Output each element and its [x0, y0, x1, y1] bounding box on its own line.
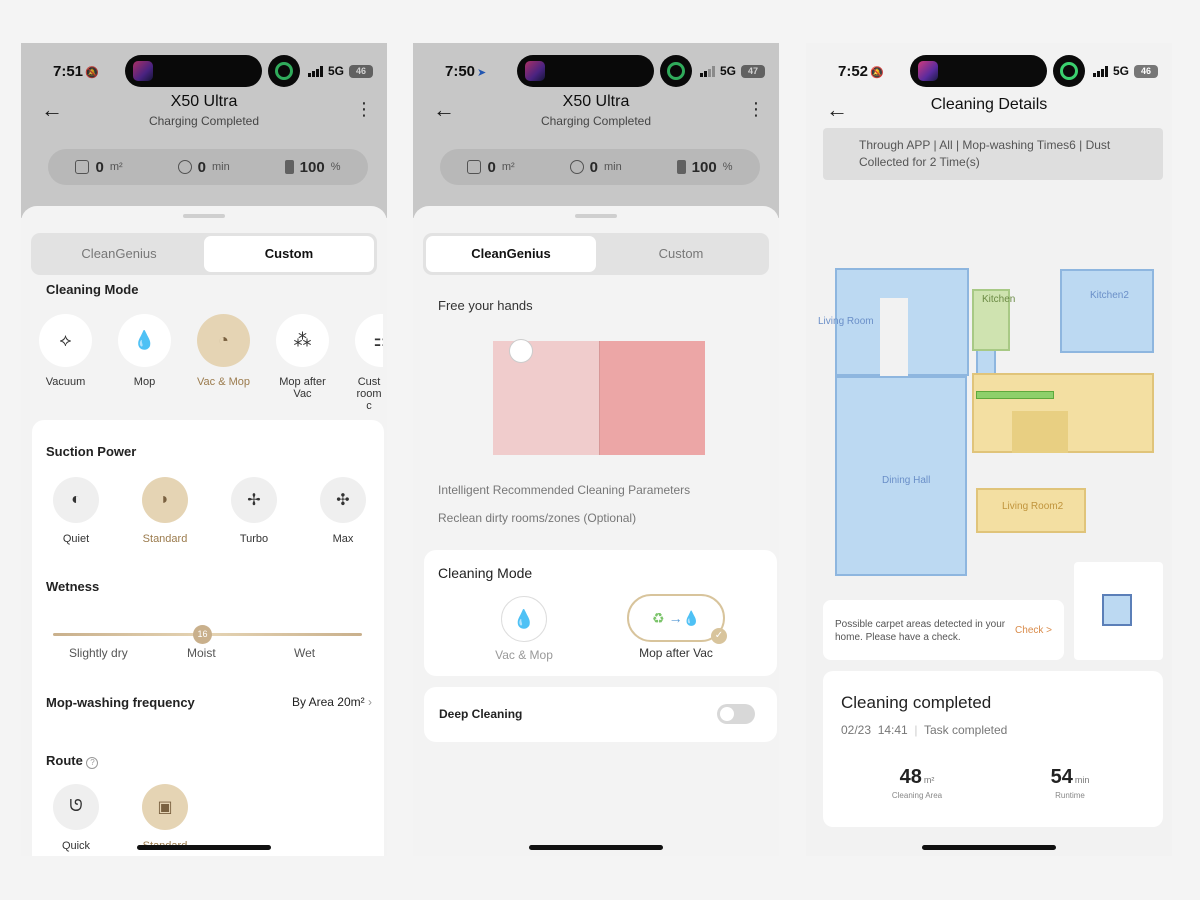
home-indicator	[922, 845, 1056, 850]
tab-cleangenius[interactable]: CleanGenius	[34, 236, 204, 272]
suction-turbo[interactable]: ✢ Turbo	[231, 477, 277, 545]
mop-after-vac-icon: ♻ →💧 ✓	[627, 594, 727, 644]
suction-quiet[interactable]: ◐ Quiet	[53, 477, 99, 545]
carpet-alert: Possible carpet areas detected in your h…	[823, 600, 1064, 660]
checkmark-icon: ✓	[711, 628, 727, 644]
carpet-zone	[976, 391, 1054, 399]
phone-screen-custom: 7:51 🔕 5G 46 ← X50 Ultra Charging Complet…	[21, 43, 387, 856]
tab-cleangenius[interactable]: CleanGenius	[426, 236, 596, 272]
water-drops-icon: 💧	[118, 314, 171, 367]
room-label-living-room: Living Room	[818, 316, 874, 327]
link-icon	[1060, 62, 1078, 80]
route-quick[interactable]: ᘎ Quick	[53, 784, 99, 852]
route-heading: Route ?	[46, 753, 99, 769]
tab-custom[interactable]: Custom	[204, 236, 374, 272]
tab-custom[interactable]: Custom	[596, 236, 766, 272]
map-thumbnail[interactable]	[1074, 562, 1163, 660]
page-title: Cleaning Details	[930, 96, 1048, 113]
mode-vac-and-mop[interactable]: ◔ Vac & Mop	[197, 314, 250, 412]
runtime-stat: 54 min Runtime	[1050, 766, 1090, 800]
backdrop-dim	[21, 43, 387, 218]
deep-cleaning-label: Deep Cleaning	[439, 707, 523, 721]
reclean-text: Reclean dirty rooms/zones (Optional)	[438, 511, 637, 525]
route-quick-icon: ᘎ	[53, 784, 99, 830]
mute-icon: 🔕	[870, 67, 884, 79]
suction-options: ◐ Quiet ◗ Standard ✢ Turbo ✣ Max	[53, 477, 366, 545]
room-label-living-room2: Living Room2	[1002, 501, 1064, 512]
mode-tabs: CleanGenius Custom	[31, 233, 377, 275]
mode-tabs: CleanGenius Custom	[423, 233, 769, 275]
home-indicator	[529, 845, 663, 850]
suction-max[interactable]: ✣ Max	[320, 477, 366, 545]
cleaning-area-stat: 48 m² Cleaning Area	[891, 766, 943, 800]
map-thumbnail-shape	[1102, 594, 1132, 626]
phone-screen-cleangenius: 7:50 ➤ 5G 47 ← X50 Ultra Charging Complet…	[413, 43, 779, 856]
completed-title: Cleaning completed	[841, 693, 992, 712]
mode-mop-after-vac[interactable]: ♻ →💧 ✓ Mop after Vac	[624, 594, 728, 660]
dynamic-island	[910, 55, 1047, 87]
mode-mop-after-vac[interactable]: ⁂ Mop after Vac	[276, 314, 329, 412]
wetness-slider-knob[interactable]: 16	[193, 625, 212, 644]
wetness-level-moist: Moist	[187, 646, 216, 660]
chevron-right-icon: ›	[368, 695, 372, 709]
cleaning-mode-card: Cleaning Mode 💧 Vac & Mop ♻ →💧 ✓ Mop after…	[424, 550, 777, 676]
map-room-kitchen2[interactable]	[1060, 269, 1154, 353]
mop-after-vac-icon: ⁂	[276, 314, 329, 367]
completion-meta: 02/23 14:41 | Task completed	[841, 723, 1008, 737]
sheet-grabber[interactable]	[183, 214, 225, 218]
moon-icon: ◐	[53, 477, 99, 523]
mode-vac-and-mop[interactable]: 💧 Vac & Mop	[494, 596, 554, 662]
fan-max-icon: ✣	[320, 477, 366, 523]
room-label-dining-hall: Dining Hall	[882, 475, 931, 486]
robot-position-dot	[509, 339, 533, 363]
cleaning-map[interactable]: Living Room Kitchen Kitchen2 Dining Hall…	[818, 263, 1156, 583]
settings-card: Suction Power ◐ Quiet ◗ Standard ✢ Turbo ✣ M…	[32, 420, 384, 856]
home-indicator	[137, 845, 271, 850]
status-time: 7:52	[838, 63, 869, 80]
help-icon[interactable]: ?	[86, 757, 99, 769]
water-drops-icon: 💧	[501, 596, 547, 642]
fan-turbo-icon: ✢	[231, 477, 277, 523]
network-type: 5G	[1112, 64, 1129, 78]
route-standard[interactable]: ▣Standard	[142, 784, 188, 852]
activity-indicator	[1053, 55, 1085, 87]
mop-frequency-label[interactable]: Mop-washing frequency	[46, 695, 195, 710]
wetness-heading: Wetness	[46, 579, 100, 594]
top-nav: ← Cleaning Details	[806, 93, 1172, 133]
room-label-kitchen2: Kitchen2	[1090, 290, 1129, 301]
sheet-grabber[interactable]	[575, 214, 617, 218]
summary-banner: Through APP | All | Mop-washing Times6 |…	[823, 128, 1163, 180]
suction-heading: Suction Power	[46, 444, 137, 459]
status-bar: 7:52 🔕 5G 46	[806, 43, 1172, 99]
mop-frequency-value[interactable]: By Area 20m² ›	[292, 695, 372, 709]
vac-mop-icon: ◔	[197, 314, 250, 367]
free-hands-heading: Free your hands	[438, 298, 533, 313]
deep-cleaning-row: Deep Cleaning	[424, 687, 777, 742]
wetness-level-dry: Slightly dry	[69, 646, 128, 660]
room-label-kitchen: Kitchen	[982, 294, 1016, 305]
media-thumbnail	[918, 61, 938, 81]
signal-icon	[1092, 65, 1108, 77]
vacuum-icon: ⟡	[39, 314, 92, 367]
battery-indicator: 46	[1134, 64, 1158, 78]
phone-screen-cleaning-details: 7:52 🔕 5G 46 ← Cleaning Details Through A…	[806, 43, 1172, 856]
cleaning-result-card: Cleaning completed 02/23 14:41 | Task co…	[823, 671, 1163, 827]
mode-custom-room[interactable]: ⚏ Cust room c	[355, 314, 383, 412]
custom-room-icon: ⚏	[355, 314, 383, 367]
route-standard-icon: ▣	[142, 784, 188, 830]
bottom-sheet: CleanGenius Custom Cleaning Mode ⟡ Vacuum…	[21, 206, 387, 856]
backdrop-dim	[413, 43, 779, 218]
cleaning-mode-heading: Cleaning Mode	[46, 282, 139, 297]
route-options: ᘎQuick ▣Standard	[53, 784, 188, 852]
check-carpet-link[interactable]: Check >	[1015, 624, 1052, 637]
mode-mop[interactable]: 💧 Mop	[118, 314, 171, 412]
suction-standard[interactable]: ◗ Standard	[142, 477, 188, 545]
deep-cleaning-toggle[interactable]	[717, 704, 755, 724]
fan-standard-icon: ◗	[142, 477, 188, 523]
cleaning-mode-heading: Cleaning Mode	[438, 565, 533, 581]
wetness-level-wet: Wet	[294, 646, 316, 660]
cleaning-modes: ⟡ Vacuum 💧 Mop ◔ Vac & Mop ⁂ Mop after Vac ⚏…	[39, 314, 383, 412]
mode-vacuum[interactable]: ⟡ Vacuum	[39, 314, 92, 412]
recommended-params-text: Intelligent Recommended Cleaning Paramet…	[438, 483, 691, 497]
